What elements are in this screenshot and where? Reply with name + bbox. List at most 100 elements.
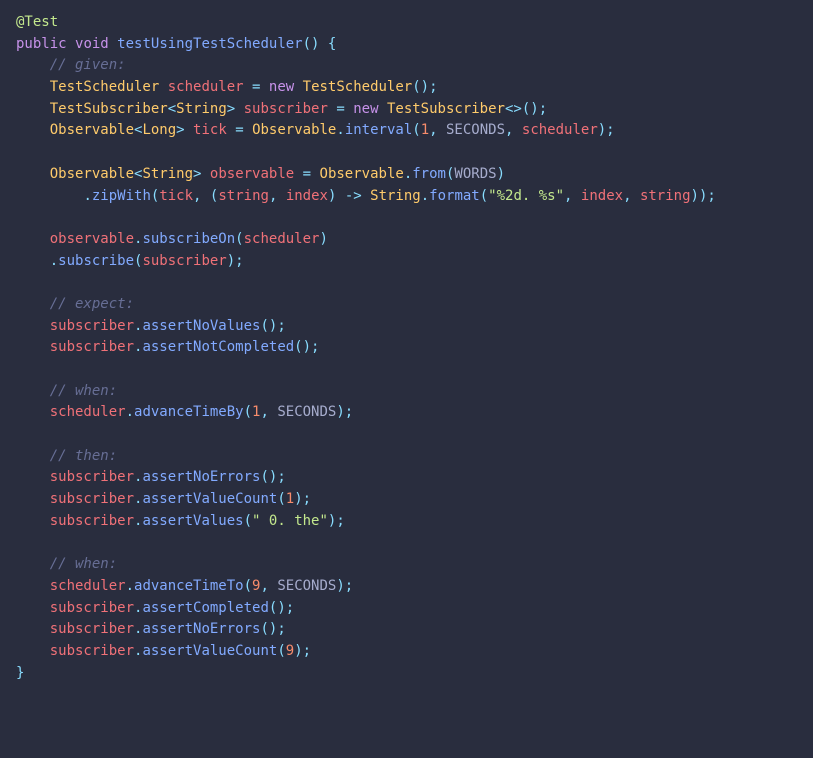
method-assertnoerrors: assertNoErrors [142,469,260,485]
type-string: String [370,188,421,204]
dot: . [50,253,58,269]
paren: ) [497,166,505,182]
paren: ); [294,643,311,659]
kw-public: public [16,36,67,52]
method-assertnotcompleted: assertNotCompleted [142,339,294,355]
method-interval: interval [345,122,412,138]
comma: , [269,188,277,204]
method-declaration: testUsingTestScheduler [117,36,302,52]
angle: > [193,166,201,182]
method-assertcompleted: assertCompleted [142,600,268,616]
type-observable: Observable [50,122,134,138]
var-subscriber: subscriber [50,621,134,637]
const-seconds: SECONDS [277,578,336,594]
var-subscriber: subscriber [50,469,134,485]
method-subscribeon: subscribeOn [142,231,235,247]
var-scheduler: scheduler [168,79,244,95]
var-string: string [218,188,269,204]
var-index: index [286,188,328,204]
diamond: <>(); [505,101,547,117]
equals: = [303,166,311,182]
comma: , [260,404,268,420]
paren: ( [244,404,252,420]
type-string: String [142,166,193,182]
method-assertvaluecount: assertValueCount [142,491,277,507]
paren: ) [328,188,336,204]
var-subscriber: subscriber [50,491,134,507]
const-seconds: SECONDS [277,404,336,420]
comment-when: // when: [50,383,117,399]
dot: . [404,166,412,182]
comma: , [260,578,268,594]
dot: . [421,188,429,204]
var-subscriber: subscriber [50,318,134,334]
paren: ( [235,231,243,247]
code-block: @Test public void testUsingTestScheduler… [0,0,813,696]
type-testsubscriber: TestSubscriber [387,101,505,117]
var-scheduler: scheduler [50,578,126,594]
brace-open: { [328,36,336,52]
method-zipwith: zipWith [92,188,151,204]
paren: ( [277,491,285,507]
var-observable: observable [210,166,294,182]
paren: )); [691,188,716,204]
var-subscriber: subscriber [142,253,226,269]
num-1: 1 [286,491,294,507]
paren-open: () [303,36,320,52]
method-from: from [412,166,446,182]
var-tick: tick [159,188,193,204]
type-observable: Observable [50,166,134,182]
var-subscriber: subscriber [50,339,134,355]
var-tick: tick [193,122,227,138]
angle: > [176,122,184,138]
brace-close: } [16,665,24,681]
comma: , [564,188,572,204]
paren: ); [336,578,353,594]
type-testscheduler: TestScheduler [303,79,413,95]
paren: (); [260,621,285,637]
type-long: Long [142,122,176,138]
string-value: " 0. the" [252,513,328,529]
kw-void: void [75,36,109,52]
paren: ); [336,404,353,420]
paren: ); [328,513,345,529]
type-testscheduler: TestScheduler [50,79,160,95]
type-observable: Observable [320,166,404,182]
num-1: 1 [421,122,429,138]
angle: > [227,101,235,117]
dot: . [83,188,91,204]
dot: . [336,122,344,138]
comment-then: // then: [50,448,117,464]
paren: ( [480,188,488,204]
const-words: WORDS [454,166,496,182]
comma: , [193,188,201,204]
paren: ) [319,231,327,247]
method-subscribe: subscribe [58,253,134,269]
comma: , [429,122,437,138]
equals: = [235,122,243,138]
paren: ( [244,513,252,529]
paren: ( [412,122,420,138]
type-observable: Observable [252,122,336,138]
method-advancetimeby: advanceTimeBy [134,404,244,420]
const-seconds: SECONDS [446,122,505,138]
var-subscriber: subscriber [244,101,328,117]
var-string: string [640,188,691,204]
var-observable: observable [50,231,134,247]
type-string: String [176,101,227,117]
arrow: -> [345,188,362,204]
paren: ); [294,491,311,507]
method-assertvaluecount: assertValueCount [142,643,277,659]
method-assertnoerrors: assertNoErrors [142,621,260,637]
paren: ( [244,578,252,594]
method-assertvalues: assertValues [142,513,243,529]
var-subscriber: subscriber [50,600,134,616]
method-assertnovalues: assertNoValues [142,318,260,334]
method-format: format [429,188,480,204]
kw-new: new [353,101,378,117]
paren: (); [260,318,285,334]
angle: < [168,101,176,117]
type-testsubscriber: TestSubscriber [50,101,168,117]
comma: , [623,188,631,204]
comment-when: // when: [50,556,117,572]
